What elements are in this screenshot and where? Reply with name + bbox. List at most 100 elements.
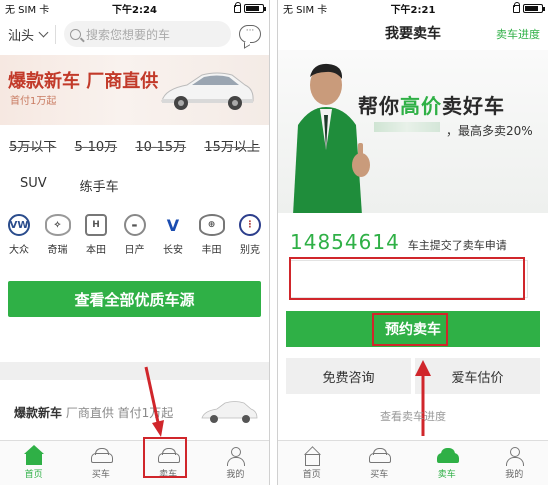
bottom-tab-bar: 首页 买车 卖车 我的 (0, 440, 269, 485)
counter-text: 车主提交了卖车申请 (407, 239, 507, 252)
sell-progress-link[interactable]: 卖车进度 (496, 26, 540, 42)
check-progress-link[interactable]: 查看卖车进度 (278, 408, 548, 424)
car-estimate-button[interactable]: 爱车估价 (415, 358, 540, 394)
hero-subtitle: ，最高多卖20% (446, 124, 533, 138)
toyota-logo-icon: ⊕ (198, 214, 225, 236)
hero-banner: 帮你高价卖好车 ，最高多卖20% (278, 50, 548, 213)
person-icon (225, 446, 246, 466)
brand-item[interactable]: ⋮ 别克 (235, 214, 265, 256)
highlight-book-button (372, 313, 448, 346)
tab-label: 买车 (91, 469, 110, 480)
spokesperson-image (293, 63, 370, 213)
car-icon (90, 447, 113, 465)
tab-profile[interactable]: 我的 (481, 441, 548, 485)
price-filter[interactable]: 5万以下 (9, 136, 56, 156)
search-input[interactable]: 搜索您想要的车 (64, 21, 231, 47)
clock: 下午2:24 (112, 4, 157, 16)
car-image (201, 401, 258, 423)
brand-name: 丰田 (201, 245, 222, 256)
nissan-logo-icon: ▬ (123, 214, 146, 236)
free-consult-button[interactable]: 免费咨询 (286, 358, 411, 394)
application-counter: 14854614 车主提交了卖车申请 (290, 230, 507, 254)
hero-slogan: 帮你高价卖好车 (358, 94, 505, 118)
promo-title: 爆款新车 (14, 406, 63, 420)
tab-buy-car[interactable]: 买车 (67, 441, 134, 485)
brand-item[interactable]: VW 大众 (4, 214, 34, 256)
tab-label: 我的 (226, 469, 245, 480)
tab-label: 首页 (24, 469, 43, 480)
tab-sell-car[interactable]: 卖车 (413, 441, 481, 485)
banner-subtitle: 首付1万起 (10, 96, 57, 107)
tab-label: 首页 (302, 469, 321, 480)
right-phone-screen: 无 SIM 卡 下午2:21 我要卖车 卖车进度 帮你高价卖好车 ，最高多卖20… (277, 0, 548, 485)
car-icon (369, 447, 392, 465)
battery-icon (523, 3, 546, 13)
brand-grid: VW 大众 ⟡ 奇瑞 H 本田 ▬ 日产 V 长安 ⊕ 丰田 ⋮ 别克 (4, 214, 265, 256)
page-title: 我要卖车 (385, 26, 441, 42)
brand-item[interactable]: ⟡ 奇瑞 (43, 214, 73, 256)
tab-label: 买车 (370, 469, 389, 480)
blurred-text (374, 122, 440, 132)
brand-name: 长安 (163, 245, 183, 256)
status-bar: 无 SIM 卡 下午2:24 (0, 0, 269, 16)
search-placeholder: 搜索您想要的车 (86, 27, 171, 42)
red-arrow-icon (144, 366, 164, 437)
price-filter[interactable]: 15万以上 (204, 136, 260, 156)
tab-profile[interactable]: 我的 (202, 441, 269, 485)
counter-number: 14854614 (290, 230, 400, 254)
clock: 下午2:21 (390, 4, 436, 16)
tab-buy-car[interactable]: 买车 (346, 441, 414, 485)
search-icon (70, 28, 82, 40)
tab-label: 我的 (505, 469, 524, 480)
page-header: 我要卖车 卖车进度 (278, 16, 548, 50)
top-search-bar: 汕头 搜索您想要的车 ··· (0, 16, 269, 52)
bottom-tab-bar: 首页 买车 卖车 我的 (278, 440, 548, 485)
rotation-lock-icon (233, 2, 241, 13)
brand-name: 别克 (240, 245, 260, 256)
sell-car-icon (436, 447, 459, 465)
price-filter[interactable]: 10-15万 (135, 136, 186, 156)
buick-logo-icon: ⋮ (239, 214, 261, 236)
brand-name: 奇瑞 (47, 245, 68, 256)
type-filter[interactable]: 练手车 (80, 176, 119, 195)
tab-home[interactable]: 首页 (0, 441, 67, 485)
chevron-down-icon (38, 27, 49, 37)
tab-label: 卖车 (437, 469, 456, 480)
highlight-phone-input (289, 257, 525, 300)
price-filter-row: 5万以下 5-10万 10-15万 15万以上 (0, 136, 269, 156)
type-filter-row: SUV 练手车 (20, 176, 119, 195)
rotation-lock-icon (513, 2, 521, 13)
home-icon (23, 444, 44, 465)
type-filter[interactable]: SUV (20, 176, 47, 195)
status-bar: 无 SIM 卡 下午2:21 (278, 0, 548, 16)
view-all-cars-button[interactable]: 查看全部优质车源 (8, 281, 261, 317)
volkswagen-logo-icon: VW (8, 214, 30, 236)
brand-item[interactable]: V 长安 (158, 214, 188, 257)
promo-banner[interactable]: 爆款新车 厂商直供 首付1万起 (0, 55, 269, 125)
car-image (161, 72, 254, 110)
brand-name: 日产 (124, 245, 145, 256)
chery-logo-icon: ⟡ (44, 214, 71, 236)
battery-icon (243, 3, 266, 13)
section-divider (0, 362, 269, 380)
brand-item[interactable]: ⊕ 丰田 (197, 214, 227, 256)
price-filter[interactable]: 5-10万 (75, 136, 118, 156)
red-arrow-icon (415, 360, 431, 436)
highlight-sell-tab (143, 437, 187, 478)
brand-item[interactable]: ▬ 日产 (120, 214, 150, 256)
brand-item[interactable]: H 本田 (81, 214, 111, 256)
changan-logo-icon: V (166, 215, 180, 235)
city-selector[interactable]: 汕头 (8, 24, 57, 44)
banner-title: 爆款新车 厂商直供 (8, 71, 159, 92)
left-phone-screen: 无 SIM 卡 下午2:24 汕头 搜索您想要的车 ··· 爆款新车 厂商直供 … (0, 0, 270, 485)
home-icon (302, 447, 322, 466)
carrier-label: 无 SIM 卡 (5, 4, 50, 16)
message-icon[interactable]: ··· (239, 25, 261, 43)
city-label: 汕头 (8, 28, 35, 44)
brand-name: 大众 (9, 245, 29, 256)
brand-name: 本田 (86, 245, 106, 256)
person-icon (504, 446, 525, 466)
honda-logo-icon: H (85, 214, 107, 236)
tab-home[interactable]: 首页 (278, 441, 346, 485)
carrier-label: 无 SIM 卡 (283, 4, 328, 16)
